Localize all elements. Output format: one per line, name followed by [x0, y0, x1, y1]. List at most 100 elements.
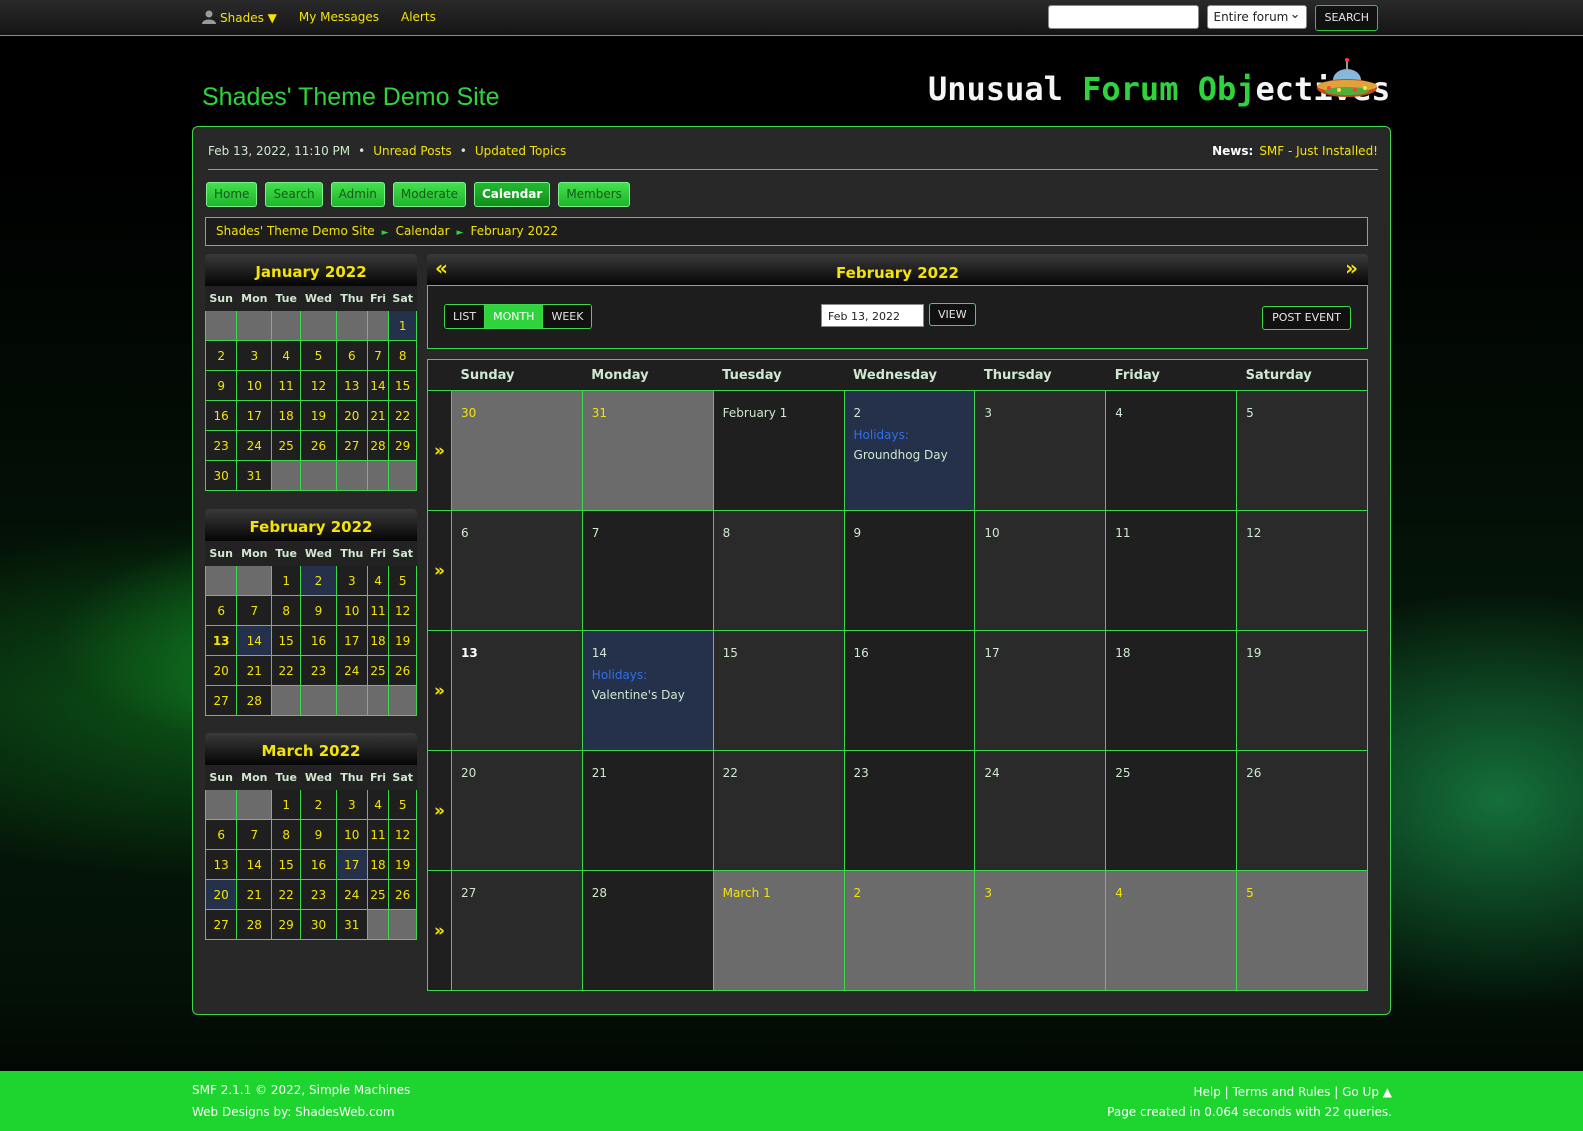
mini-day-cell[interactable]: 12	[300, 370, 337, 401]
mini-day-cell[interactable]: 12	[388, 595, 417, 626]
day-number[interactable]: 13	[461, 646, 573, 660]
breadcrumb-calendar[interactable]: Calendar	[396, 224, 450, 238]
day-cell[interactable]: 5	[1236, 870, 1368, 991]
mini-day-cell[interactable]: 19	[300, 400, 337, 431]
day-cell[interactable]: 23	[843, 750, 976, 871]
day-number[interactable]: 4	[1115, 406, 1227, 420]
search-scope-select[interactable]: Entire forum	[1207, 5, 1308, 29]
day-number[interactable]: 20	[461, 766, 573, 780]
mini-day-cell[interactable]: 16	[300, 849, 337, 880]
day-number[interactable]: 11	[1115, 526, 1227, 540]
mini-day-cell[interactable]: 16	[204, 400, 238, 431]
day-cell[interactable]: 3	[974, 390, 1107, 511]
search-input[interactable]	[1048, 5, 1200, 29]
nav-home[interactable]: Home	[206, 182, 258, 207]
mini-day-cell[interactable]: 5	[388, 789, 417, 820]
mini-day-cell[interactable]: 20	[204, 879, 238, 910]
day-cell[interactable]: 25	[1105, 750, 1238, 871]
week-view-arrow-icon[interactable]: »	[427, 630, 452, 751]
day-number[interactable]: March 1	[723, 886, 835, 900]
day-cell[interactable]: 18	[1105, 630, 1238, 751]
week-view-arrow-icon[interactable]: »	[427, 870, 452, 991]
mini-day-cell[interactable]: 30	[204, 460, 238, 491]
mini-day-cell[interactable]: 29	[388, 430, 417, 461]
tab-list[interactable]: LIST	[445, 305, 486, 328]
day-number[interactable]: 2	[854, 886, 966, 900]
mini-day-cell[interactable]: 10	[335, 595, 368, 626]
tab-week[interactable]: WEEK	[543, 305, 592, 328]
mini-day-cell[interactable]: 10	[236, 370, 273, 401]
mini-day-cell[interactable]: 22	[271, 879, 302, 910]
mini-day-cell[interactable]: 28	[366, 430, 390, 461]
mini-day-cell[interactable]: 24	[335, 879, 368, 910]
footer-links[interactable]: Help | Terms and Rules | Go Up ▲	[1193, 1085, 1392, 1099]
nav-moderate[interactable]: Moderate	[392, 182, 466, 207]
week-view-arrow-icon[interactable]: »	[427, 390, 452, 511]
mini-day-cell[interactable]: 23	[204, 430, 238, 461]
next-month-icon[interactable]: »	[1345, 256, 1358, 280]
day-cell[interactable]: 30	[450, 390, 583, 511]
nav-members[interactable]: Members	[558, 182, 630, 207]
day-number[interactable]: 31	[592, 406, 704, 420]
day-cell[interactable]: 2 Holidays: Groundhog Day	[843, 390, 976, 511]
day-number[interactable]: 9	[854, 526, 966, 540]
updated-topics-link[interactable]: Updated Topics	[475, 144, 566, 158]
day-cell[interactable]: 4	[1105, 870, 1238, 991]
day-cell[interactable]: 4	[1105, 390, 1238, 511]
day-cell[interactable]: 20	[450, 750, 583, 871]
footer-copyright[interactable]: SMF 2.1.1 © 2022, Simple Machines	[192, 1083, 410, 1097]
mini-day-cell[interactable]: 6	[204, 595, 238, 626]
day-number[interactable]: 7	[592, 526, 704, 540]
day-cell[interactable]: 27	[450, 870, 583, 991]
mini-day-cell[interactable]: 3	[335, 565, 368, 596]
mini-day-cell[interactable]: 22	[271, 655, 302, 686]
mini-day-cell[interactable]: 2	[204, 340, 238, 371]
mini-day-cell[interactable]: 18	[366, 625, 390, 656]
day-cell[interactable]: February 1	[712, 390, 845, 511]
day-number[interactable]: 3	[984, 406, 1096, 420]
breadcrumb-month[interactable]: February 2022	[470, 224, 558, 238]
day-cell[interactable]: 11	[1105, 510, 1238, 631]
mini-day-cell[interactable]: 17	[236, 400, 273, 431]
mini-day-cell[interactable]: 17	[335, 625, 368, 656]
mini-day-cell[interactable]: 26	[300, 430, 337, 461]
day-number[interactable]: 23	[854, 766, 966, 780]
day-number[interactable]: 25	[1115, 766, 1227, 780]
mini-day-cell[interactable]: 1	[271, 789, 302, 820]
mini-day-cell[interactable]: 8	[271, 595, 302, 626]
mini-day-cell[interactable]: 3	[236, 340, 273, 371]
mini-day-cell[interactable]: 14	[236, 625, 273, 656]
post-event-button[interactable]: POST EVENT	[1262, 306, 1351, 330]
day-number[interactable]: 22	[723, 766, 835, 780]
day-number[interactable]: 30	[461, 406, 573, 420]
mini-day-cell[interactable]: 27	[204, 685, 238, 716]
mini-day-cell[interactable]: 8	[388, 340, 417, 371]
mini-day-cell[interactable]: 17	[335, 849, 368, 880]
mini-calendar-title[interactable]: February 2022	[205, 509, 417, 541]
mini-day-cell[interactable]: 12	[388, 819, 417, 850]
mini-day-cell[interactable]: 27	[204, 909, 238, 940]
view-button[interactable]: VIEW	[929, 303, 976, 326]
mini-day-cell[interactable]: 9	[204, 370, 238, 401]
week-view-arrow-icon[interactable]: »	[427, 750, 452, 871]
day-number[interactable]: 5	[1246, 406, 1358, 420]
day-cell[interactable]: 13	[450, 630, 583, 751]
calendar-event[interactable]: Holidays: Valentine's Day	[592, 665, 704, 705]
mini-day-cell[interactable]: 7	[236, 819, 273, 850]
mini-day-cell[interactable]: 6	[335, 340, 368, 371]
day-number[interactable]: 21	[592, 766, 704, 780]
mini-day-cell[interactable]: 26	[388, 655, 417, 686]
breadcrumb-home[interactable]: Shades' Theme Demo Site	[216, 224, 375, 238]
day-cell[interactable]: 5	[1236, 390, 1368, 511]
day-cell[interactable]: 14 Holidays: Valentine's Day	[581, 630, 714, 751]
mini-day-cell[interactable]: 6	[204, 819, 238, 850]
mini-day-cell[interactable]: 21	[236, 879, 273, 910]
footer-designs[interactable]: Web Designs by: ShadesWeb.com	[192, 1105, 395, 1119]
mini-day-cell[interactable]: 21	[366, 400, 390, 431]
day-cell[interactable]: 9	[843, 510, 976, 631]
mini-day-cell[interactable]: 21	[236, 655, 273, 686]
mini-day-cell[interactable]: 15	[388, 370, 417, 401]
day-cell[interactable]: 24	[974, 750, 1107, 871]
day-number[interactable]: 14	[592, 646, 704, 660]
mini-day-cell[interactable]: 4	[271, 340, 302, 371]
